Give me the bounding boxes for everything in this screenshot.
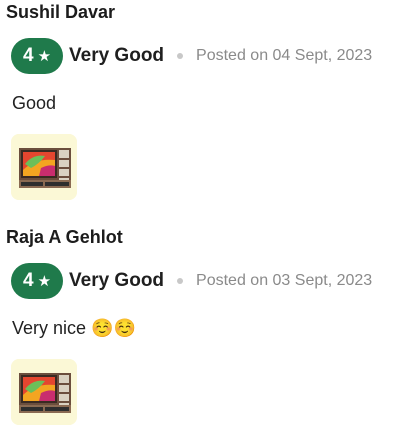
review-image-thumbnail[interactable] xyxy=(11,359,77,425)
tv-unit-image xyxy=(11,359,77,425)
separator-dot-icon xyxy=(177,278,184,284)
rating-badge: 4 ★ xyxy=(11,38,63,74)
separator-dot-icon xyxy=(177,53,184,59)
rating-row: 4 ★ Very Good Posted on 04 Sept, 2023 xyxy=(11,38,372,74)
reviewer-name: Sushil Davar xyxy=(6,2,116,22)
posted-date: Posted on 03 Sept, 2023 xyxy=(196,272,373,289)
tv-unit-image xyxy=(11,134,77,200)
review-text: Good xyxy=(12,93,57,113)
review-card: Sushil Davar 4 ★ Very Good Posted on 04 … xyxy=(0,0,403,220)
rating-label: Very Good xyxy=(69,45,165,66)
posted-date: Posted on 04 Sept, 2023 xyxy=(196,47,373,64)
rating-label: Very Good xyxy=(69,270,165,291)
star-icon: ★ xyxy=(37,47,52,65)
rating-row: 4 ★ Very Good Posted on 03 Sept, 2023 xyxy=(11,263,372,299)
rating-value: 4 xyxy=(22,270,34,291)
reviewer-name: Raja A Gehlot xyxy=(6,227,123,247)
review-image-thumbnail[interactable] xyxy=(11,134,77,200)
rating-value: 4 xyxy=(22,45,34,66)
rating-badge: 4 ★ xyxy=(11,263,63,299)
review-text: Very nice ☺️☺️ xyxy=(12,318,136,338)
review-card: Raja A Gehlot 4 ★ Very Good Posted on 03… xyxy=(0,225,403,445)
star-icon: ★ xyxy=(37,272,52,290)
